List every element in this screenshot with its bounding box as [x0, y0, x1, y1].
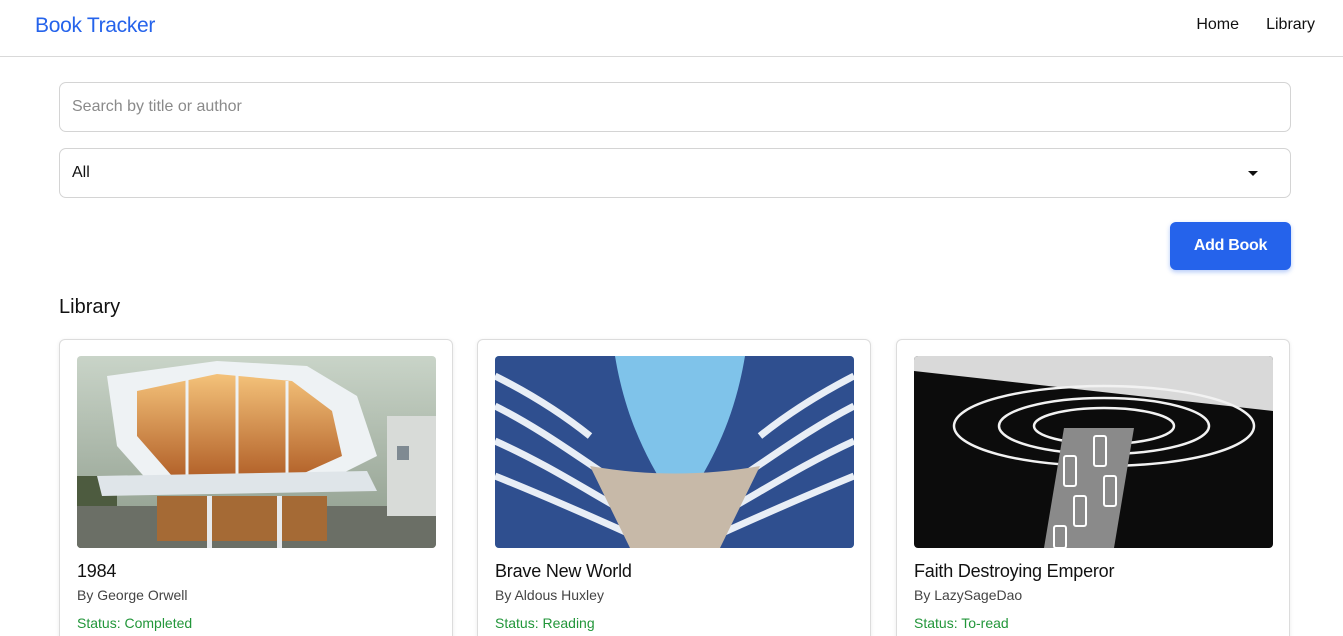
- book-card[interactable]: Faith Destroying Emperor By LazySageDao …: [896, 339, 1290, 636]
- add-book-button[interactable]: Add Book: [1170, 222, 1291, 270]
- book-card[interactable]: 1984 By George Orwell Status: Completed: [59, 339, 453, 636]
- status-filter-select[interactable]: All: [59, 148, 1291, 198]
- caret-down-icon: [1248, 171, 1258, 176]
- nav-link-library[interactable]: Library: [1266, 16, 1315, 34]
- brand-title[interactable]: Book Tracker: [35, 14, 155, 38]
- nav-link-home[interactable]: Home: [1196, 16, 1239, 34]
- book-cover-image: [495, 356, 854, 548]
- book-title: 1984: [77, 561, 117, 581]
- book-author: By LazySageDao: [914, 587, 1023, 603]
- book-status: Status: Reading: [495, 615, 595, 631]
- top-navbar: Book Tracker Home Library: [0, 0, 1343, 57]
- book-cover-image: [77, 356, 436, 548]
- search-input[interactable]: [60, 83, 1290, 131]
- book-author: By George Orwell: [77, 587, 188, 603]
- library-section-title: Library: [59, 296, 121, 318]
- book-title: Faith Destroying Emperor: [914, 561, 1115, 581]
- book-cover-image: [914, 356, 1273, 548]
- status-filter-value: All: [72, 164, 90, 181]
- book-title: Brave New World: [495, 561, 632, 581]
- book-author: By Aldous Huxley: [495, 587, 604, 603]
- book-status: Status: Completed: [77, 615, 193, 631]
- search-box: [59, 82, 1291, 132]
- book-card[interactable]: Brave New World By Aldous Huxley Status:…: [477, 339, 871, 636]
- book-status: Status: To-read: [914, 615, 1009, 631]
